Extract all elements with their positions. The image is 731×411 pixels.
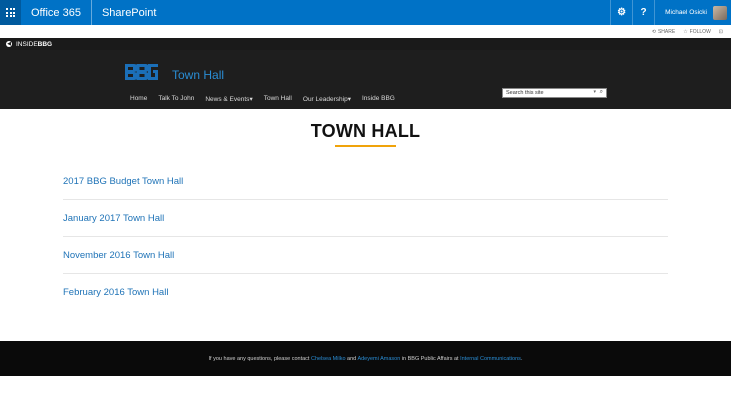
- search-input[interactable]: Search this site: [506, 90, 544, 96]
- suite-bar: Office 365 SharePoint ⚙ ? Michael Osicki: [0, 0, 731, 25]
- heading-underline: [335, 145, 396, 147]
- help-icon[interactable]: ?: [632, 0, 654, 25]
- contact-link-adeyemi[interactable]: Adeyemi Amason: [357, 356, 400, 362]
- follow-button[interactable]: ☆ FOLLOW: [683, 29, 711, 35]
- footer-text: If you have any questions, please contac…: [209, 356, 523, 362]
- search-icon[interactable]: ⌕: [600, 89, 603, 96]
- nav-news-events[interactable]: News & Events▾: [205, 95, 252, 103]
- office365-brand-link[interactable]: Office 365: [21, 0, 92, 25]
- footer-text-1: If you have any questions, please contac…: [208, 355, 311, 362]
- chevron-down-icon: ▾: [347, 96, 351, 103]
- nav-our-leadership[interactable]: Our Leadership▾: [303, 95, 351, 103]
- nav-news-events-label: News & Events: [205, 96, 250, 103]
- focus-content-button[interactable]: ⊡: [719, 29, 723, 35]
- app-launcher-icon[interactable]: [0, 0, 21, 25]
- search-box[interactable]: Search this site ▾ ⌕: [502, 88, 607, 98]
- footer-text-2: and: [345, 355, 358, 362]
- avatar[interactable]: [713, 5, 727, 20]
- settings-gear-icon[interactable]: ⚙: [610, 0, 632, 25]
- user-name[interactable]: Michael Osicki: [654, 0, 713, 25]
- nav-home[interactable]: Home: [130, 95, 147, 103]
- site-header: Town Hall Home Talk To John News & Event…: [0, 50, 731, 109]
- nav-talk-to-john[interactable]: Talk To John: [158, 95, 194, 103]
- town-hall-list: 2017 BBG Budget Town Hall January 2017 T…: [63, 163, 668, 311]
- site-title[interactable]: Town Hall: [172, 68, 224, 82]
- contact-link-chelsea[interactable]: Chelsea Milko: [311, 356, 346, 362]
- focus-icon: ⊡: [718, 28, 723, 35]
- follow-label: FOLLOW: [689, 28, 711, 35]
- nav-town-hall[interactable]: Town Hall: [264, 95, 292, 103]
- footer: If you have any questions, please contac…: [0, 341, 731, 376]
- list-item[interactable]: February 2016 Town Hall: [63, 274, 668, 311]
- page-action-bar: ⟲ SHARE ☆ FOLLOW ⊡: [0, 25, 731, 38]
- footer-text-3: in BBG Public Affairs at: [400, 355, 461, 362]
- top-navigation: Home Talk To John News & Events▾ Town Ha…: [130, 95, 395, 103]
- inside-label: INSIDE: [16, 40, 38, 48]
- footer-text-4: .: [520, 355, 523, 362]
- share-button[interactable]: ⟲ SHARE: [652, 29, 675, 35]
- page-title: TOWN HALL: [310, 121, 421, 141]
- chevron-down-icon: ▾: [249, 96, 253, 103]
- nav-inside-bbg[interactable]: Inside BBG: [362, 95, 395, 103]
- list-item[interactable]: November 2016 Town Hall: [63, 237, 668, 274]
- bbg-mark: BBG: [37, 40, 53, 48]
- chevron-down-icon[interactable]: ▾: [593, 89, 596, 95]
- share-icon: ⟲: [651, 28, 656, 35]
- nav-our-leadership-label: Our Leadership: [302, 96, 348, 103]
- share-label: SHARE: [657, 28, 676, 35]
- list-item[interactable]: 2017 BBG Budget Town Hall: [63, 163, 668, 200]
- back-arrow-icon[interactable]: ◀: [6, 41, 12, 47]
- star-icon: ☆: [683, 28, 688, 35]
- bbg-logo[interactable]: [124, 62, 159, 85]
- internal-communications-link[interactable]: Internal Communications: [460, 356, 521, 362]
- inside-bbg-strip: ◀ INSIDEBBG: [0, 38, 731, 50]
- inside-bbg-link[interactable]: INSIDEBBG: [16, 41, 52, 48]
- sharepoint-app-link[interactable]: SharePoint: [92, 0, 166, 25]
- list-item[interactable]: January 2017 Town Hall: [63, 200, 668, 237]
